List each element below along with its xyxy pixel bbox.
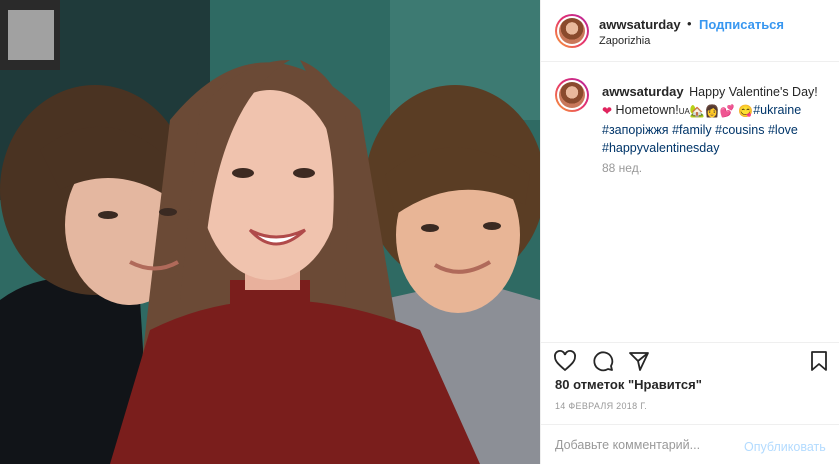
selfie-photo-illustration	[0, 0, 540, 464]
caption-area: awwsaturday Happy Valentine's Day! ❤ Hom…	[541, 62, 839, 342]
post-date: 14 ФЕВРАЛЯ 2018 Г.	[555, 401, 648, 411]
comment-bubble-icon[interactable]	[591, 349, 615, 373]
action-bar	[541, 342, 839, 378]
caption-text: Happy Valentine's Day!	[689, 85, 818, 99]
caption-hometown: Hometown!	[615, 103, 679, 117]
hashtag-happyvalentinesday[interactable]: #happyvalentinesday	[602, 141, 719, 155]
heart-outline-icon[interactable]	[553, 349, 577, 373]
house-emoji-icon: 🏡	[689, 104, 705, 118]
post-side-panel: awwsaturday • Подписаться Zaporizhia aww…	[540, 0, 839, 464]
hashtag-zaporizhzhia[interactable]: #запоріжжя	[602, 123, 669, 137]
avatar[interactable]	[555, 14, 589, 48]
paper-plane-icon[interactable]	[627, 349, 651, 373]
comment-input[interactable]	[555, 433, 735, 457]
avatar-image	[559, 18, 585, 44]
caption-avatar[interactable]	[555, 78, 589, 112]
publish-button[interactable]: Опубликовать	[744, 440, 826, 454]
instagram-post: awwsaturday • Подписаться Zaporizhia aww…	[0, 0, 839, 464]
hashtag-cousins[interactable]: #cousins	[715, 123, 764, 137]
red-heart-emoji-icon: ❤	[602, 104, 613, 118]
location-link[interactable]: Zaporizhia	[599, 35, 650, 47]
caption-username[interactable]: awwsaturday	[602, 84, 684, 99]
post-photo[interactable]	[0, 0, 540, 464]
hashtag-family[interactable]: #family	[672, 123, 712, 137]
hashtag-love[interactable]: #love	[768, 123, 798, 137]
likes-count[interactable]: 80 отметок "Нравится"	[555, 377, 702, 392]
add-comment-box: Опубликовать	[541, 424, 839, 464]
header-username[interactable]: awwsaturday	[599, 17, 681, 32]
hearts-emoji-icon: 💕	[719, 104, 735, 118]
post-caption: awwsaturday Happy Valentine's Day! ❤ Hom…	[602, 83, 828, 157]
ua-flag-icon: UA	[678, 107, 690, 116]
hashtag-ukraine[interactable]: #ukraine	[753, 103, 801, 117]
bookmark-icon[interactable]	[807, 349, 831, 373]
follow-button[interactable]: Подписаться	[699, 17, 784, 32]
smile-emoji-icon: 😋	[738, 104, 754, 118]
post-header: awwsaturday • Подписаться Zaporizhia	[541, 0, 839, 62]
separator-dot: •	[687, 16, 692, 31]
family-emoji-icon: 👩	[704, 104, 720, 118]
caption-time-ago: 88 нед.	[602, 161, 643, 175]
avatar-image	[559, 82, 585, 108]
